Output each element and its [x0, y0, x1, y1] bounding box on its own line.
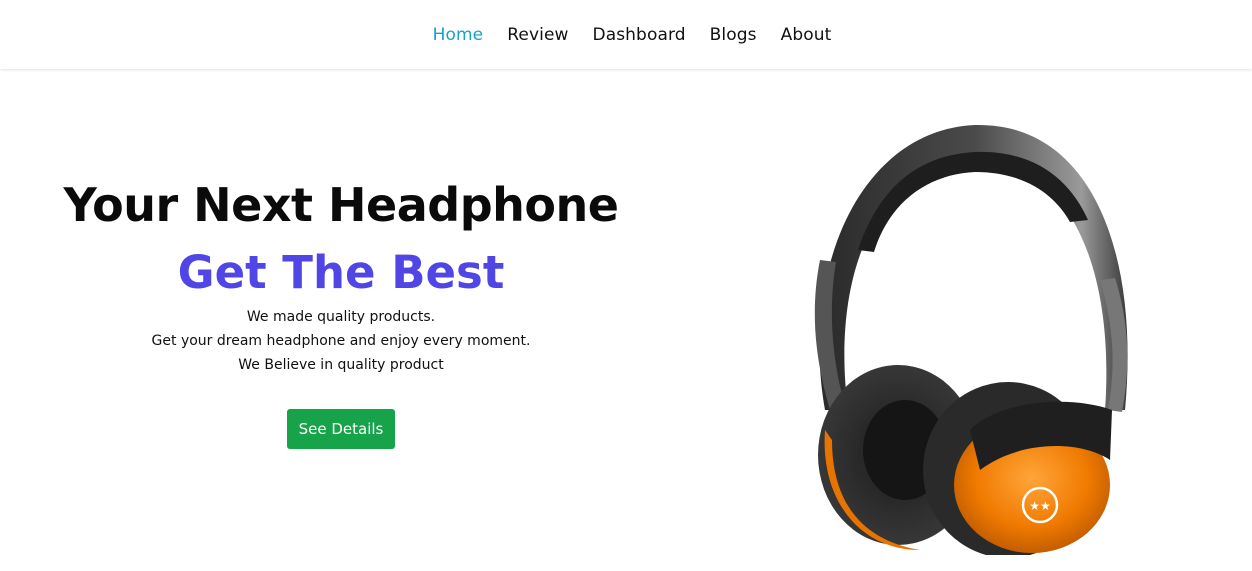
hero-title: Your Next Headphone [63, 178, 619, 232]
hero-line: Get your dream headphone and enjoy every… [151, 333, 531, 349]
hero-line: We made quality products. [246, 309, 436, 325]
nav-blogs[interactable]: Blogs [698, 25, 769, 45]
top-navbar: Home Review Dashboard Blogs About [0, 0, 1252, 69]
headphone-illustration: ★★ [814, 124, 1128, 558]
nav-dashboard[interactable]: Dashboard [581, 25, 698, 45]
headphone-image: ★★ [770, 110, 1170, 558]
hero-description: We made quality products. Get your dream… [40, 305, 642, 377]
hero-subtitle: Get The Best [177, 246, 505, 299]
nav-review[interactable]: Review [495, 25, 580, 45]
nav-links: Home Review Dashboard Blogs About [421, 25, 844, 45]
hero-line: We Believe in quality product [238, 357, 444, 373]
hero-text: Your Next Headphone Get The Best We made… [40, 170, 642, 449]
nav-home[interactable]: Home [421, 25, 496, 45]
svg-text:★★: ★★ [1029, 499, 1051, 513]
nav-about[interactable]: About [769, 25, 844, 45]
see-details-button[interactable]: See Details [286, 409, 396, 449]
